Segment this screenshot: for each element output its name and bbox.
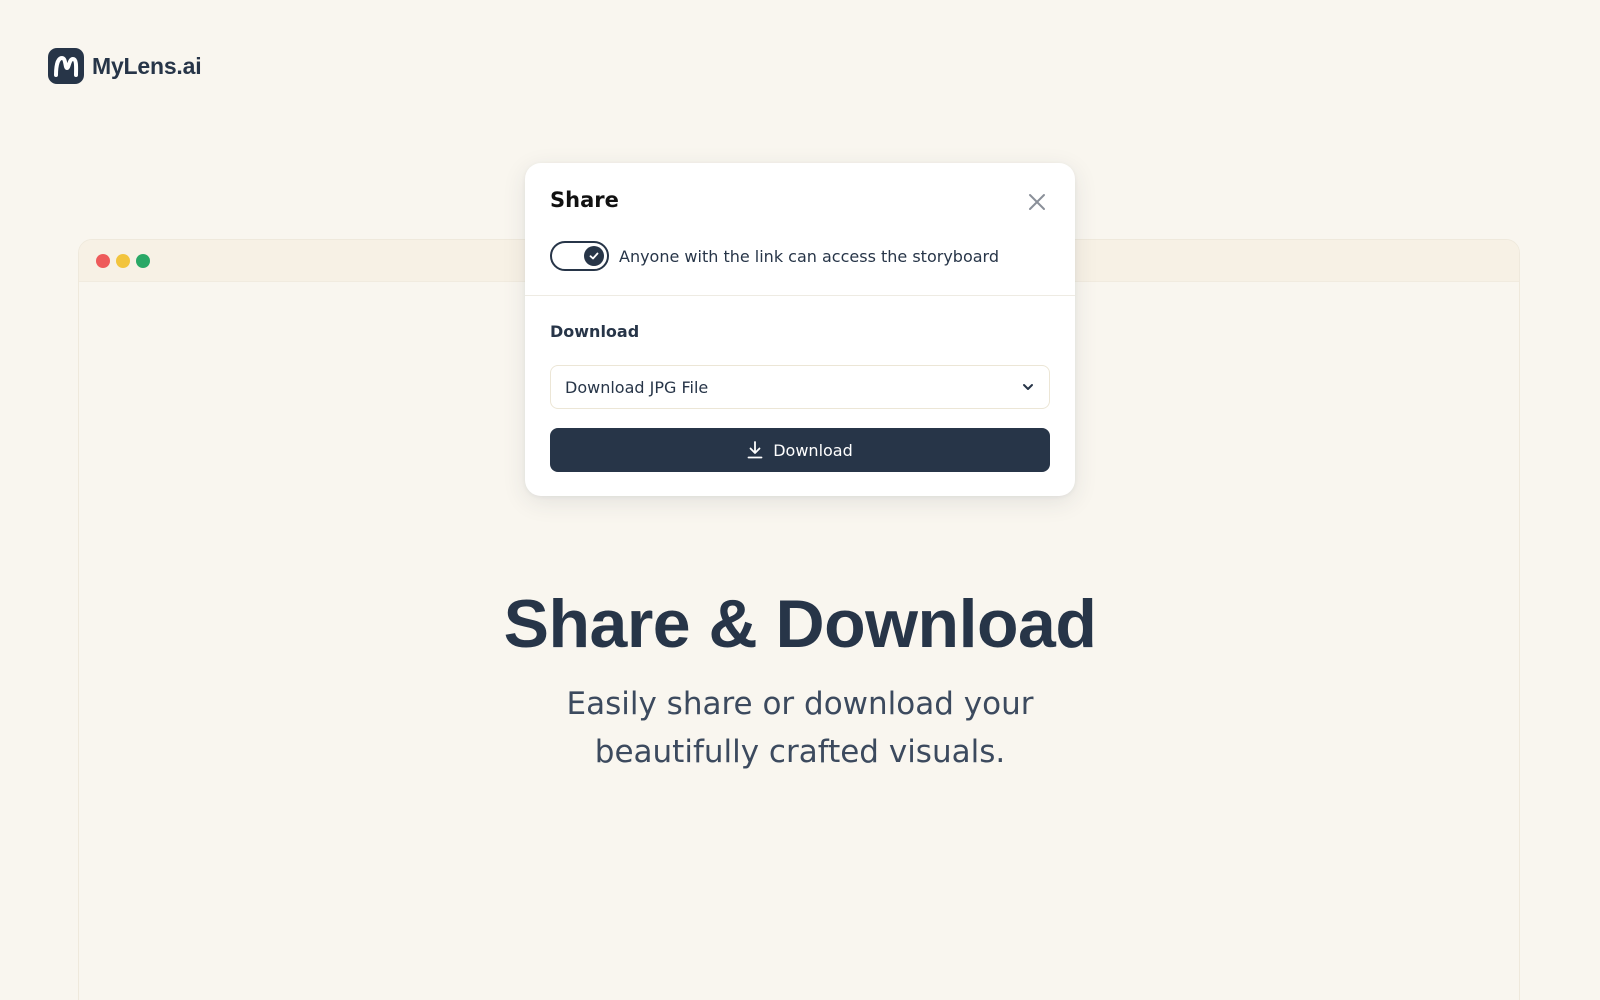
- window-minimize-dot: [116, 253, 130, 268]
- chevron-down-icon: [1023, 384, 1033, 390]
- download-icon: [747, 441, 763, 459]
- hero-subtitle-line-2: beautifully crafted visuals.: [594, 734, 1006, 770]
- close-button[interactable]: [1024, 189, 1050, 215]
- close-icon: [1029, 194, 1045, 210]
- brand-name: MyLens.ai: [92, 52, 202, 79]
- check-icon: [589, 252, 599, 260]
- download-format-value: Download JPG File: [565, 377, 709, 397]
- download-button[interactable]: Download: [550, 428, 1050, 472]
- hero-subtitle-line-1: Easily share or download your: [566, 686, 1034, 722]
- toggle-knob: [584, 246, 604, 266]
- download-button-label: Download: [773, 440, 853, 460]
- brand-logo[interactable]: MyLens.ai: [48, 48, 202, 84]
- divider: [525, 295, 1075, 296]
- modal-title: Share: [550, 188, 619, 212]
- window-close-dot: [96, 253, 110, 268]
- window-maximize-dot: [136, 253, 150, 268]
- page: MyLens.ai Share & Download Easily share …: [0, 0, 1600, 1000]
- link-access-toggle[interactable]: [550, 241, 609, 271]
- hero-subtitle: Easily share or download your beautifull…: [0, 680, 1600, 776]
- link-access-label: Anyone with the link can access the stor…: [619, 246, 999, 266]
- link-access-row: Anyone with the link can access the stor…: [550, 241, 999, 271]
- hero-title: Share & Download: [503, 586, 1097, 662]
- mylens-m-icon: [48, 48, 84, 84]
- share-modal: Share Anyone with the link can access th…: [525, 163, 1075, 496]
- download-format-select[interactable]: Download JPG File: [550, 365, 1050, 409]
- download-section-label: Download: [550, 322, 640, 341]
